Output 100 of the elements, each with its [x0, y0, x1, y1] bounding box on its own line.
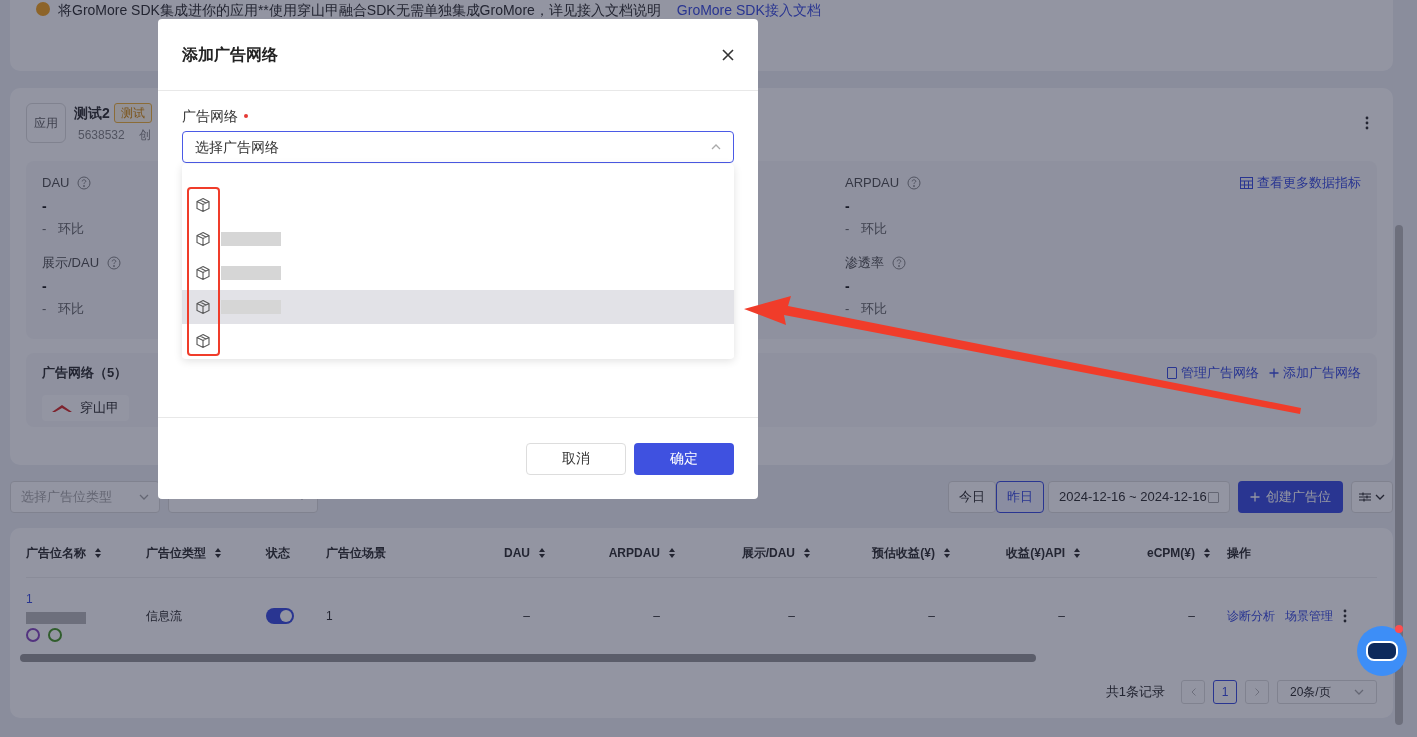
column-header: 操作: [1227, 544, 1251, 562]
sort-icon[interactable]: [1073, 546, 1081, 559]
action-link[interactable]: 诊断分析: [1227, 607, 1275, 625]
metric-label: ARPDAU: [845, 174, 900, 192]
plus-icon: [1250, 492, 1260, 502]
table-cell-text: –: [523, 608, 530, 625]
help-icon: [892, 256, 906, 270]
total-records: 共1条记录: [1105, 683, 1165, 702]
table-cell-text: –: [653, 608, 660, 625]
sort-icon[interactable]: [803, 546, 811, 559]
help-icon: [77, 176, 92, 190]
help-icon: [107, 256, 122, 270]
metric-value: -: [845, 197, 850, 216]
sort-icon[interactable]: [94, 546, 102, 559]
confirm-button[interactable]: 确定: [634, 442, 734, 475]
page-button[interactable]: 1: [1213, 680, 1237, 704]
close-icon[interactable]: [722, 48, 734, 61]
document-icon: [1167, 366, 1177, 379]
cube-icon: [195, 197, 211, 213]
docs-link[interactable]: GroMore SDK接入文档: [676, 0, 821, 21]
add-network-link[interactable]: 添加广告网络: [1269, 363, 1361, 383]
app-id: 5638532: [78, 126, 125, 144]
cube-icon: [195, 231, 211, 247]
section-title: 广告网络（5）: [42, 364, 128, 382]
network-select[interactable]: 选择广告网络: [182, 131, 734, 163]
action-link[interactable]: 场景管理: [1285, 607, 1333, 625]
table-cell-text: –: [1188, 608, 1195, 625]
help-icon: [907, 176, 922, 190]
pangolin-logo-icon: [52, 403, 72, 412]
table-cell-text: –: [1058, 608, 1065, 625]
page-scrollbar[interactable]: [1395, 225, 1403, 725]
change-value: -: [42, 220, 47, 238]
calendar-icon: [1208, 491, 1219, 503]
horizontal-scrollbar[interactable]: [20, 654, 1036, 662]
manage-networks-link[interactable]: 管理广告网络: [1167, 363, 1259, 383]
table-cell-text: 信息流: [146, 608, 182, 625]
warning-icon: [36, 2, 50, 16]
chevron-left-icon: [1190, 688, 1196, 696]
cancel-button[interactable]: 取消: [526, 442, 626, 475]
more-icon[interactable]: [1365, 116, 1369, 130]
app-badge: 应用: [26, 103, 66, 143]
date-tab[interactable]: 今日: [948, 481, 996, 513]
app-meta: 创: [138, 126, 151, 144]
column-header: DAU: [504, 544, 530, 562]
column-header: 收益(¥)API: [1006, 544, 1065, 562]
more-icon[interactable]: [1343, 609, 1347, 623]
change-label: 环比: [58, 300, 85, 318]
change-value: -: [42, 300, 47, 318]
chevron-right-icon: [1254, 688, 1260, 696]
cube-icon: [195, 333, 211, 349]
change-label: 环比: [861, 220, 888, 238]
column-header: 广告位场景: [326, 544, 386, 562]
table-cell-text: –: [928, 608, 935, 625]
redacted-block: [26, 612, 86, 624]
sort-icon[interactable]: [1203, 546, 1211, 559]
metric-value: -: [845, 277, 850, 296]
page-size-select[interactable]: 20条/页: [1277, 680, 1377, 704]
table-cell-text: 1: [326, 608, 333, 625]
modal-title: 添加广告网络: [182, 44, 278, 65]
app-name: 测试2: [74, 103, 110, 123]
more-metrics-link[interactable]: 查看更多数据指标: [1240, 173, 1361, 193]
column-header: 广告位名称: [26, 544, 86, 562]
notice-text: 将GroMore SDK集成进你的应用**使用穿山甲融合SDK无需单独集成GroMore，详见接入文档说明: [58, 1, 661, 20]
chevron-down-icon: [1354, 689, 1364, 695]
status-tag: 测试: [113, 103, 152, 123]
placement-link[interactable]: 1: [26, 590, 33, 608]
table-icon: [1240, 176, 1253, 189]
metric-label: DAU: [42, 174, 70, 192]
metric-label: 展示/DAU: [42, 254, 100, 272]
change-value: -: [845, 300, 850, 318]
metric-value: -: [42, 277, 47, 296]
cube-icon: [195, 265, 211, 281]
table-cell-text: –: [788, 608, 795, 625]
plus-icon: [1269, 367, 1279, 378]
sort-icon[interactable]: [214, 546, 222, 559]
chevron-down-icon: [139, 494, 149, 500]
date-tab[interactable]: 昨日: [996, 481, 1044, 513]
metric-label: 渗透率: [845, 254, 884, 272]
chevron-down-icon: [1375, 494, 1385, 500]
field-label: 广告网络: [182, 106, 238, 126]
date-range-field[interactable]: 2024-12-16 ~ 2024-12-16: [1048, 481, 1230, 513]
network-chip: 穿山甲: [42, 394, 129, 421]
status-toggle[interactable]: [266, 608, 294, 624]
change-value: -: [845, 220, 850, 238]
column-header: 状态: [266, 544, 290, 562]
change-label: 环比: [861, 300, 888, 318]
column-header: ARPDAU: [608, 544, 660, 562]
change-label: 环比: [58, 220, 85, 238]
column-header: 广告位类型: [146, 544, 206, 562]
sort-icon[interactable]: [943, 546, 951, 559]
create-button[interactable]: 创建广告位: [1238, 481, 1343, 513]
sliders-icon: [1359, 492, 1371, 502]
sort-icon[interactable]: [538, 546, 546, 559]
chevron-up-icon: [711, 144, 721, 150]
metric-value: -: [42, 197, 47, 216]
column-header: 展示/DAU: [741, 544, 795, 562]
sort-icon[interactable]: [668, 546, 676, 559]
column-header: eCPM(¥): [1147, 544, 1195, 562]
cube-icon: [195, 299, 211, 315]
column-header: 预估收益(¥): [872, 544, 935, 562]
